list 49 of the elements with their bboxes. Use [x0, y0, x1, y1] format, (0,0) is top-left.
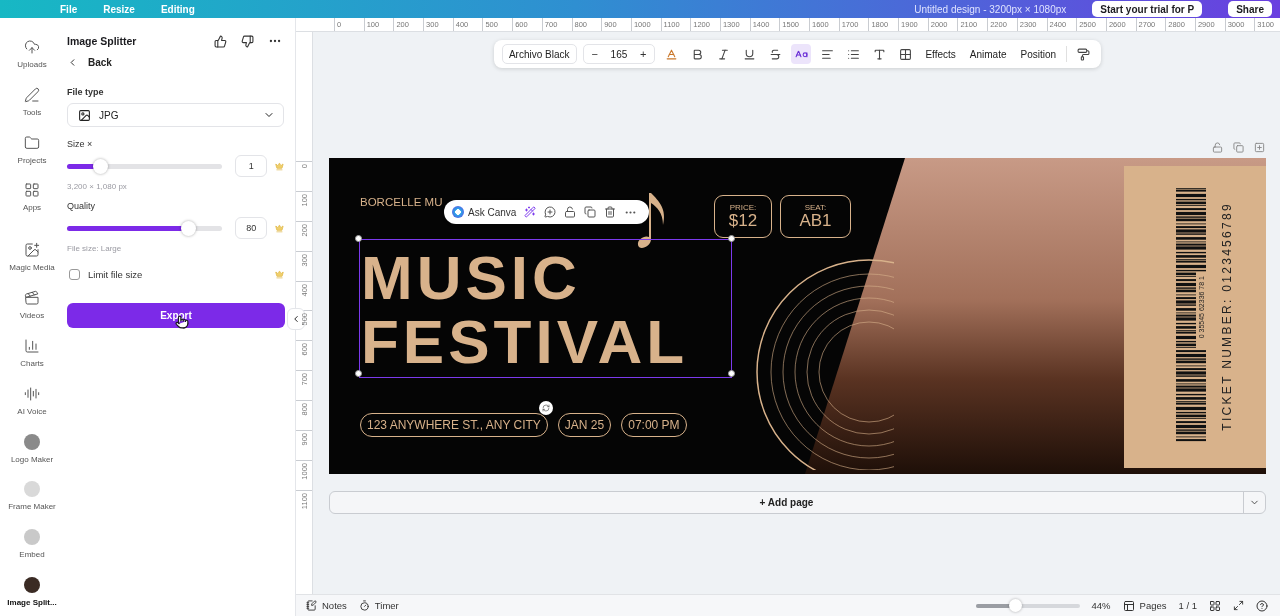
back-button[interactable]: Back: [67, 53, 284, 71]
sidebar-item[interactable]: Embed: [0, 520, 64, 569]
notes-button[interactable]: Notes: [306, 600, 347, 611]
file-type-dropdown[interactable]: JPG: [67, 103, 284, 127]
sidebar-item[interactable]: Charts: [0, 329, 64, 377]
sidebar-item[interactable]: AI Voice: [0, 376, 64, 425]
timer-button[interactable]: Timer: [358, 600, 399, 611]
ticket-number: TICKET NUMBER: 0123456789: [1220, 202, 1234, 431]
file-size-note: File size: Large: [67, 244, 123, 253]
page-count: 1 / 1: [1178, 600, 1197, 611]
toolbar-action[interactable]: Animate: [965, 48, 1011, 60]
sidebar-item[interactable]: Magic Media: [0, 233, 64, 282]
font-dropdown[interactable]: Archivo Black: [501, 44, 577, 64]
seat-label: SEAT:: [804, 203, 827, 212]
increase-button[interactable]: +: [635, 48, 651, 60]
sidebar-item[interactable]: Apps: [0, 173, 64, 222]
document-title: Untitled design - 3200px × 1080px: [914, 3, 1067, 15]
toolbar-action[interactable]: Position: [1016, 48, 1061, 60]
ask-canva-button[interactable]: Ask Canva: [452, 206, 517, 218]
price-label: PRICE:: [729, 203, 757, 212]
size-note: 3,200 × 1,080 px: [67, 182, 128, 191]
checkbox-label: Limit file size: [88, 268, 144, 280]
field-label: Quality: [67, 201, 96, 211]
sidebar-item[interactable]: Uploads: [0, 30, 64, 78]
field-label: Size ×: [67, 139, 94, 149]
sidebar-item[interactable]: Projects: [0, 125, 64, 174]
sidebar-item[interactable]: Tools: [0, 77, 64, 126]
zoom-reading: 44%: [1091, 600, 1111, 611]
decrease-button[interactable]: −: [587, 48, 602, 60]
sidebar-item[interactable]: Image Split...: [0, 568, 64, 616]
sidebar-item[interactable]: Frame Maker: [0, 472, 64, 521]
field-label: File type: [67, 87, 105, 97]
number-field[interactable]: 1: [235, 155, 268, 177]
dropdown-value: JPG: [99, 109, 120, 121]
sidebar-item[interactable]: Videos: [0, 281, 64, 329]
price-value: $12: [728, 212, 758, 230]
headline-text: MUSIC: [361, 246, 582, 310]
brand-text: BORCELLE MU: [360, 196, 443, 208]
pages-button[interactable]: Pages: [1122, 599, 1167, 612]
number-field[interactable]: 80: [235, 217, 268, 239]
sidebar-item[interactable]: Logo Maker: [0, 424, 64, 473]
toolbar-action[interactable]: Effects: [921, 48, 960, 60]
panel-title: Image Splitter: [67, 35, 138, 47]
font-size-stepper[interactable]: − 165 +: [582, 44, 656, 64]
share-button[interactable]: Share: [1228, 1, 1272, 17]
export-button[interactable]: Export: [67, 303, 285, 328]
seat-value: AB1: [799, 212, 832, 230]
trial-button[interactable]: Start your trial for P: [1092, 1, 1203, 17]
headline-text: FESTIVAL: [361, 310, 689, 374]
